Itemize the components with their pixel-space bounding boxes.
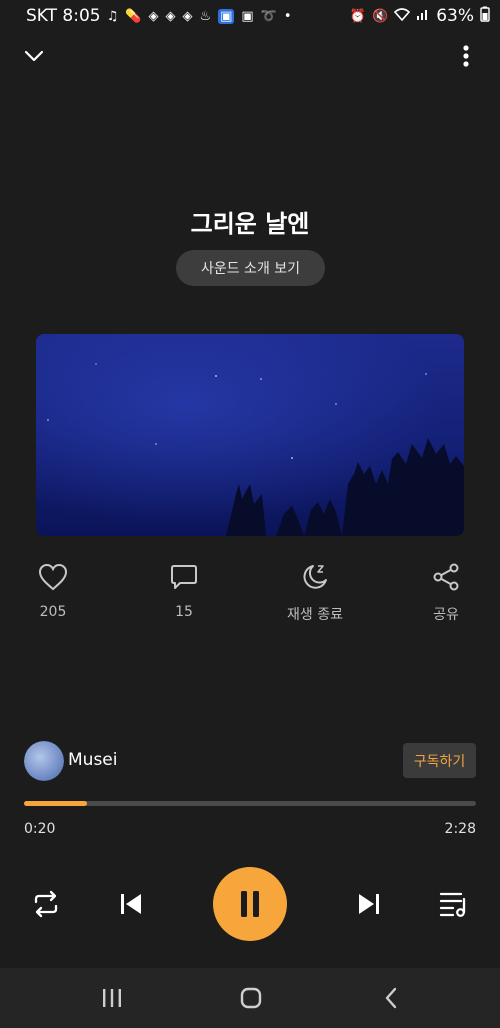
gem-icon: ◈ (165, 8, 176, 24)
signal-icon (416, 7, 430, 25)
camera-app-icon: ▣ (241, 8, 254, 24)
wifi-icon (394, 7, 411, 25)
share-label: 공유 (433, 607, 459, 623)
chevron-down-icon (24, 50, 44, 62)
collapse-button[interactable] (14, 36, 54, 76)
repeat-button[interactable] (26, 884, 66, 924)
playlist-icon (439, 892, 466, 917)
artist-name[interactable]: Musei (68, 750, 117, 770)
battery-icon (480, 6, 490, 26)
skip-next-icon (359, 894, 379, 914)
blue-app-icon: ▣ (218, 8, 235, 24)
swirl-icon: ➰ (260, 8, 277, 24)
home-button[interactable] (231, 982, 271, 1014)
gem-icon: ◈ (182, 8, 193, 24)
status-left: SKT 8:05 ♫ 💊 ◈ ◈ ◈ ♨ ▣ ▣ ➰ • (26, 6, 292, 26)
comment-count: 15 (175, 604, 193, 620)
sleep-timer-label: 재생 종료 (287, 607, 343, 623)
system-nav-bar (0, 968, 500, 1028)
battery-text: 63% (436, 6, 474, 26)
comment-button[interactable]: 15 (134, 560, 234, 620)
moon-icon (303, 565, 327, 589)
skip-previous-icon (121, 894, 141, 914)
more-vert-icon (463, 45, 469, 67)
recent-apps-icon (103, 989, 121, 1007)
playlist-button[interactable] (434, 884, 474, 924)
total-time: 2:28 (444, 821, 476, 837)
track-title: 그리운 날엔 (190, 210, 310, 238)
status-bar: SKT 8:05 ♫ 💊 ◈ ◈ ◈ ♨ ▣ ▣ ➰ • ⏰ 🔇 63% (0, 0, 500, 32)
music-note-icon: ♫ (106, 8, 119, 24)
like-button[interactable]: 205 (3, 560, 103, 620)
back-button[interactable] (371, 982, 411, 1014)
home-icon (240, 987, 262, 1009)
next-button[interactable] (349, 884, 389, 924)
status-right: ⏰ 🔇 63% (350, 6, 490, 26)
mute-icon: 🔇 (372, 8, 389, 24)
pause-icon (241, 891, 259, 917)
back-icon (385, 987, 397, 1009)
progress-bar[interactable] (24, 801, 476, 806)
notification-icons: ♫ 💊 ◈ ◈ ◈ ♨ ▣ ▣ ➰ • (106, 8, 292, 24)
cover-image (36, 334, 464, 536)
dot-icon: • (283, 8, 292, 24)
alarm-icon: ⏰ (349, 8, 367, 24)
comment-icon (171, 565, 197, 589)
pause-button[interactable] (213, 867, 287, 941)
current-time: 0:20 (24, 821, 56, 837)
sound-intro-button[interactable]: 사운드 소개 보기 (176, 250, 325, 286)
app-icon: ♨ (199, 8, 212, 24)
share-icon (433, 563, 459, 591)
subscribe-button[interactable]: 구독하기 (403, 743, 476, 778)
avatar[interactable] (24, 741, 64, 781)
repeat-icon (34, 890, 58, 918)
more-options-button[interactable] (446, 36, 486, 76)
gem-icon: ◈ (148, 8, 159, 24)
heart-icon (38, 563, 68, 591)
recent-apps-button[interactable] (92, 982, 132, 1014)
progress-fill (24, 801, 88, 806)
sleep-timer-button[interactable]: 재생 종료 (265, 560, 365, 624)
pill-icon: 💊 (125, 8, 142, 24)
previous-button[interactable] (111, 884, 151, 924)
share-button[interactable]: 공유 (396, 560, 496, 624)
carrier-time: SKT 8:05 (26, 6, 101, 26)
like-count: 205 (39, 604, 67, 620)
